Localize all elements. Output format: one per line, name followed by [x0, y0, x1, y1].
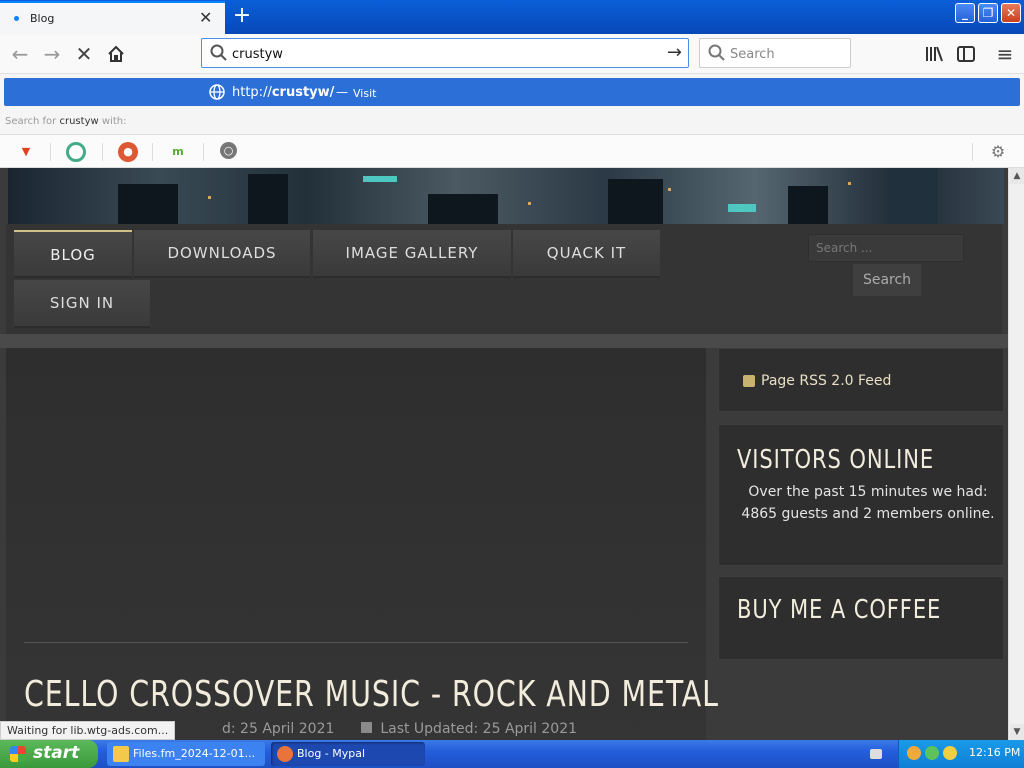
visit-label: Visit: [353, 87, 377, 100]
qwant-engine-icon[interactable]: [66, 142, 86, 162]
browser-search-box[interactable]: [699, 38, 851, 68]
published-date: d: 25 April 2021: [222, 721, 335, 737]
taskbar-item-label: Files.fm_2024-12-01...: [133, 747, 256, 760]
search-icon: [210, 44, 227, 61]
nav-toolbar: ← → ✕ → ≡: [0, 34, 1024, 74]
nav-image-gallery[interactable]: IMAGE GALLERY: [313, 230, 511, 278]
new-tab-button[interactable]: +: [230, 3, 254, 29]
library-icon[interactable]: [920, 40, 948, 68]
site-nav: BLOG DOWNLOADS IMAGE GALLERY QUACK IT SI…: [6, 224, 1002, 334]
article-meta: d: 25 April 2021 Last Updated: 25 April …: [222, 721, 577, 737]
article-area: CELLO CROSSOVER MUSIC - ROCK AND METAL: [6, 348, 718, 740]
search-tray-icon[interactable]: [943, 746, 957, 760]
nav-quack-it[interactable]: QUACK IT: [513, 230, 660, 278]
nav-blog[interactable]: BLOG: [14, 230, 132, 278]
search-for-label: Search for crustyw with:: [5, 116, 127, 127]
tab-close-icon[interactable]: ✕: [199, 8, 212, 27]
globe-icon: [209, 84, 225, 100]
tray-app-icon[interactable]: [907, 746, 921, 760]
start-button[interactable]: start: [0, 740, 98, 768]
start-label: start: [33, 743, 80, 763]
minimize-button[interactable]: _: [955, 3, 975, 23]
sidebar-icon[interactable]: [952, 40, 980, 68]
suggestion-url: http://crustyw/: [232, 85, 335, 100]
forward-arrow-icon[interactable]: →: [38, 40, 66, 68]
tab-blog[interactable]: Blog ✕: [0, 1, 225, 34]
windows-logo-icon: [10, 746, 26, 762]
mojeek-engine-icon[interactable]: m: [168, 142, 188, 162]
rss-icon: [743, 375, 755, 387]
web-page: BLOG DOWNLOADS IMAGE GALLERY QUACK IT SI…: [0, 168, 1008, 740]
settings-gear-icon[interactable]: ⚙: [988, 142, 1008, 162]
taskbar-item-files[interactable]: Files.fm_2024-12-01...: [107, 742, 265, 766]
clock: 12:16 PM: [969, 746, 1021, 759]
site-search-button[interactable]: Search: [853, 264, 921, 296]
home-icon[interactable]: [102, 40, 130, 68]
site-search-box[interactable]: [808, 234, 964, 262]
visit-suggestion-row[interactable]: http://crustyw/ — Visit: [4, 78, 1020, 106]
visitors-title: VISITORS ONLINE: [737, 445, 935, 475]
article-divider: [24, 642, 688, 643]
mypal-browser-icon: [277, 746, 293, 762]
status-text: Waiting for lib.wtg-ads.com...: [0, 721, 176, 740]
loading-dot-icon: [14, 16, 19, 21]
stop-loading-icon[interactable]: ✕: [70, 40, 98, 68]
rss-feed-link[interactable]: Page RSS 2.0 Feed: [761, 373, 891, 389]
window-close-button[interactable]: ✕: [1001, 3, 1021, 23]
scroll-up-icon[interactable]: ▲: [1010, 168, 1024, 184]
scroll-down-icon[interactable]: ▼: [1010, 724, 1024, 740]
folder-icon: [113, 746, 129, 762]
restore-button[interactable]: ❐: [978, 3, 998, 23]
vertical-scrollbar[interactable]: ▲ ▼: [1008, 168, 1024, 740]
search-engine-bar: ▼ ● m ○ ⚙: [0, 134, 1024, 168]
content-divider: [0, 334, 1008, 348]
taskbar: start Files.fm_2024-12-01... Blog - Mypa…: [0, 740, 1024, 768]
last-updated: Last Updated: 25 April 2021: [380, 721, 578, 737]
taskbar-item-label: Blog - Mypal: [297, 747, 366, 760]
coffee-title: BUY ME A COFFEE: [737, 595, 942, 625]
calendar-icon: [360, 722, 372, 733]
keyboard-icon[interactable]: [870, 749, 882, 759]
url-input[interactable]: [232, 44, 652, 64]
duckduckgo-engine-icon[interactable]: ●: [118, 142, 138, 162]
hamburger-menu-icon[interactable]: ≡: [991, 40, 1019, 68]
network-icon[interactable]: [925, 746, 939, 760]
browser-search-input[interactable]: [730, 45, 845, 63]
go-arrow-icon[interactable]: →: [667, 42, 682, 63]
url-bar[interactable]: →: [201, 38, 689, 68]
nav-sign-in[interactable]: SIGN IN: [14, 280, 150, 328]
article-title[interactable]: CELLO CROSSOVER MUSIC - ROCK AND METAL: [24, 674, 719, 715]
tab-title: Blog: [30, 12, 55, 25]
search-icon: [708, 44, 725, 61]
taskbar-item-blog[interactable]: Blog - Mypal: [271, 742, 425, 766]
brave-engine-icon[interactable]: ▼: [16, 142, 36, 162]
back-arrow-icon[interactable]: ←: [6, 40, 34, 68]
rss-widget: Page RSS 2.0 Feed: [718, 348, 1004, 412]
suggestion-dash: —: [336, 85, 348, 99]
url-dropdown: http://crustyw/ — Visit Search for crust…: [0, 74, 1024, 168]
visitors-widget: VISITORS ONLINE Over the past 15 minutes…: [718, 424, 1004, 566]
system-tray: 12:16 PM: [898, 740, 1024, 768]
coffee-widget: BUY ME A COFFEE: [718, 576, 1004, 660]
site-search-input[interactable]: [809, 235, 963, 261]
visitors-text: Over the past 15 minutes we had: 4865 gu…: [741, 484, 995, 522]
site-banner-image: [8, 168, 1004, 224]
nav-downloads[interactable]: DOWNLOADS: [134, 230, 310, 278]
search-engine-icon[interactable]: ○: [220, 142, 237, 159]
title-bar: Blog ✕ + _ ❐ ✕: [0, 0, 1024, 34]
